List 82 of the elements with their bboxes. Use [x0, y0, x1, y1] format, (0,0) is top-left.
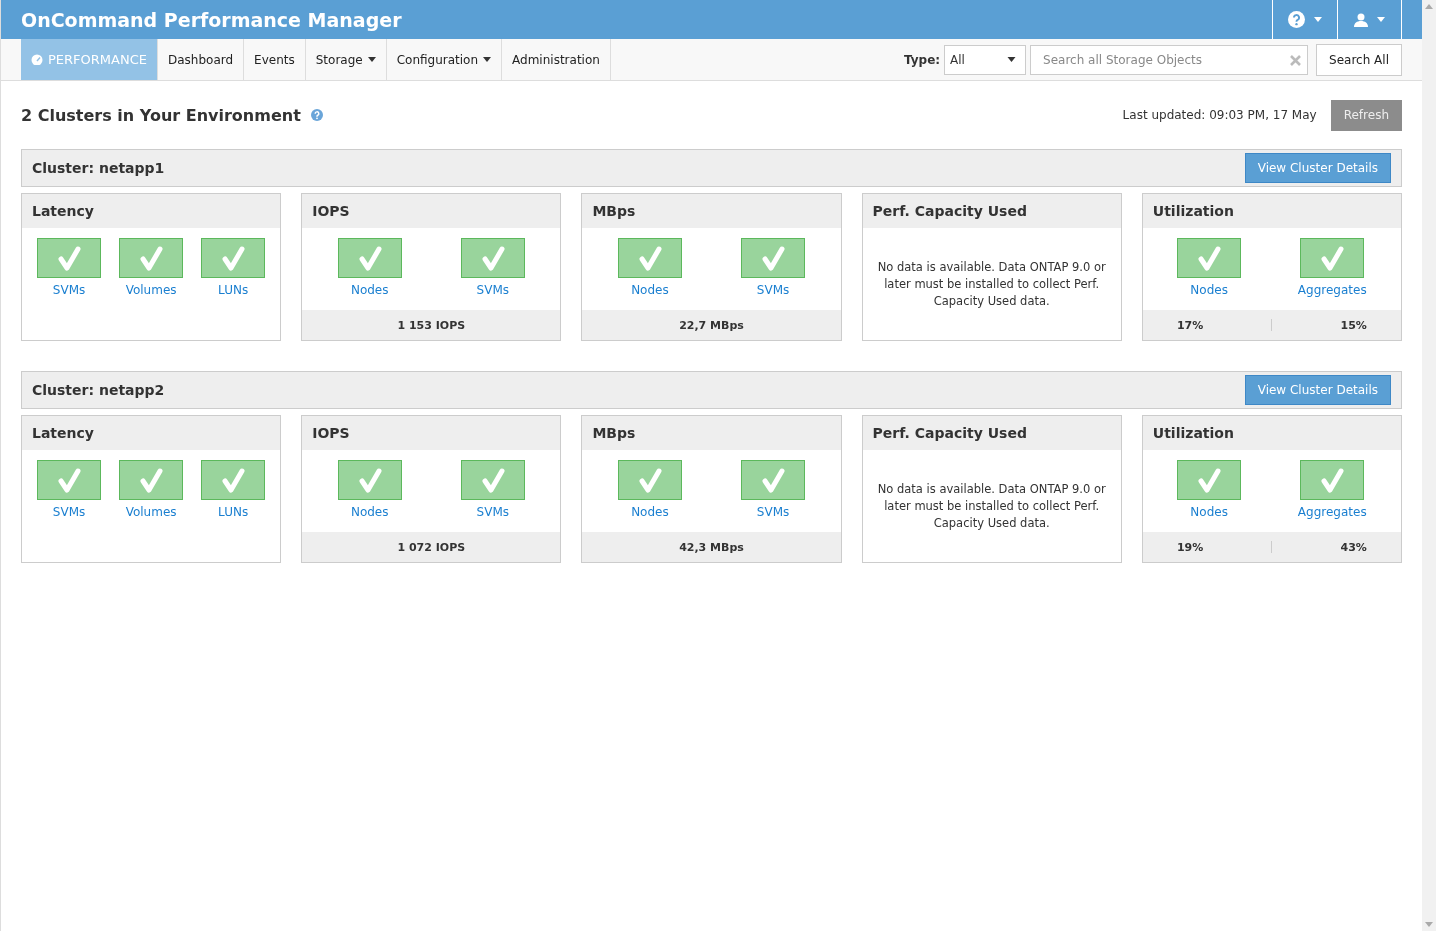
status-link[interactable]: Nodes	[1190, 283, 1228, 297]
status-link[interactable]: LUNs	[218, 283, 249, 297]
panel-title: Utilization	[1152, 203, 1234, 219]
status-link[interactable]: SVMs	[476, 505, 510, 519]
metric-value: 1 153 IOPS	[397, 318, 466, 332]
panel-title: IOPS	[312, 425, 350, 441]
check-status-icon[interactable]	[201, 238, 266, 278]
caret-icon	[483, 57, 492, 62]
status-link[interactable]: SVMs	[756, 283, 790, 297]
metric-value: 42,3 MBps	[679, 540, 744, 554]
status-link[interactable]: Nodes	[350, 283, 389, 297]
check-status-icon[interactable]	[617, 238, 682, 278]
type-label: Type:	[903, 52, 941, 67]
status-link[interactable]: SVMs	[52, 283, 86, 297]
scroll-down-icon[interactable]	[1425, 922, 1433, 927]
status-link[interactable]: Nodes	[631, 283, 669, 297]
check-status-icon[interactable]	[337, 460, 402, 500]
check-status-icon[interactable]	[37, 238, 102, 278]
caret-icon	[367, 57, 376, 62]
cluster-title: Cluster: netapp1	[32, 160, 165, 176]
status-link[interactable]: Nodes	[631, 505, 669, 519]
page-heading: 2 Clusters in Your Environment	[21, 105, 301, 125]
check-status-icon[interactable]	[37, 460, 102, 500]
caret-icon	[1314, 17, 1322, 22]
clear-icon[interactable]	[1290, 54, 1302, 66]
check-status-icon[interactable]	[337, 238, 402, 278]
metric-value: 17%	[1176, 318, 1204, 332]
search-all-button[interactable]: Search All	[1316, 43, 1402, 76]
metric-value: 1 072 IOPS	[397, 540, 466, 554]
metric-value: 43%	[1340, 540, 1367, 554]
panel-title: MBps	[592, 203, 636, 219]
help-icon[interactable]	[310, 109, 323, 121]
panel-title: MBps	[592, 425, 636, 441]
status-link[interactable]: LUNs	[218, 505, 249, 519]
status-link[interactable]: Volumes	[125, 505, 177, 519]
status-link[interactable]: SVMs	[756, 505, 790, 519]
metric-value: 15%	[1340, 318, 1367, 332]
check-status-icon[interactable]	[201, 460, 266, 500]
check-status-icon[interactable]	[1177, 238, 1242, 278]
help-icon	[1288, 11, 1305, 28]
view-cluster-details-button[interactable]: View Cluster Details	[1244, 375, 1391, 405]
panel-title: Perf. Capacity Used	[872, 203, 1027, 219]
user-menu-button[interactable]	[1337, 0, 1402, 39]
check-status-icon[interactable]	[1300, 238, 1365, 278]
metric-value: 19%	[1176, 540, 1204, 554]
check-status-icon[interactable]	[1177, 460, 1242, 500]
scroll-up-icon[interactable]	[1425, 4, 1433, 9]
status-link[interactable]: Nodes	[350, 505, 389, 519]
status-link[interactable]: SVMs	[476, 283, 510, 297]
view-cluster-details-button[interactable]: View Cluster Details	[1244, 153, 1391, 183]
check-status-icon[interactable]	[1300, 460, 1365, 500]
user-icon	[1354, 12, 1368, 27]
status-link[interactable]: Aggregates	[1297, 283, 1367, 297]
search-field[interactable]: Search all Storage Objects	[1030, 44, 1309, 75]
check-status-icon[interactable]	[617, 460, 682, 500]
status-link[interactable]: Aggregates	[1297, 505, 1367, 519]
check-status-icon[interactable]	[741, 460, 806, 500]
check-status-icon[interactable]	[119, 460, 184, 500]
app-title: OnCommand Performance Manager	[21, 8, 402, 31]
no-data-message: No data is available. Data ONTAP 9.0 or later must be installed to collect Perf. Capacity Used data.	[876, 480, 1107, 532]
no-data-message: No data is available. Data ONTAP 9.0 or later must be installed to collect Perf. Capacity Used data.	[876, 258, 1107, 310]
scrollbar[interactable]	[1422, 0, 1436, 931]
check-status-icon[interactable]	[460, 460, 525, 500]
last-updated-text: Last updated: 09:03 PM, 17 May	[1122, 108, 1317, 122]
caret-icon	[1377, 17, 1385, 22]
type-select[interactable]: All	[944, 44, 1027, 75]
status-link[interactable]: SVMs	[52, 505, 86, 519]
panel-title: Utilization	[1152, 425, 1234, 441]
caret-icon	[1007, 57, 1017, 62]
panel-title: IOPS	[312, 203, 350, 219]
status-link[interactable]: Nodes	[1190, 505, 1228, 519]
check-status-icon[interactable]	[119, 238, 184, 278]
check-status-icon[interactable]	[460, 238, 525, 278]
refresh-button[interactable]: Refresh	[1330, 99, 1402, 131]
metric-value: 22,7 MBps	[679, 318, 744, 332]
check-status-icon[interactable]	[741, 238, 806, 278]
cluster-title: Cluster: netapp2	[32, 382, 165, 398]
panel-title: Latency	[32, 425, 94, 441]
panel-title: Perf. Capacity Used	[872, 425, 1027, 441]
panel-title: Latency	[32, 203, 94, 219]
status-link[interactable]: Volumes	[125, 283, 177, 297]
gauge-icon	[31, 54, 43, 65]
